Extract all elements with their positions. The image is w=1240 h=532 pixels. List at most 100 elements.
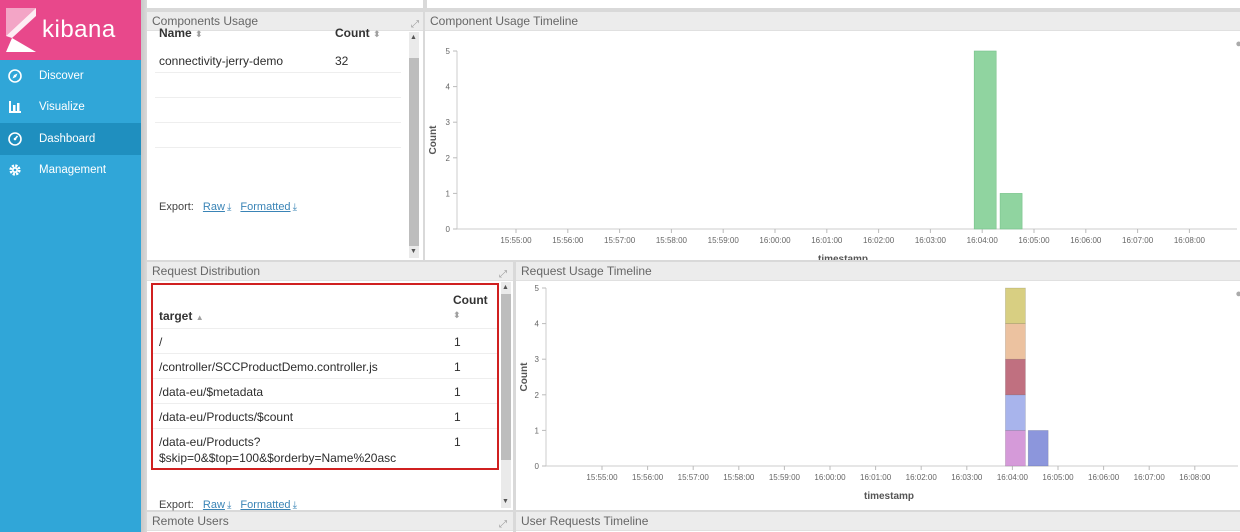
- bar-segment: [1027, 430, 1049, 467]
- col-header-target[interactable]: target ▲: [159, 309, 204, 323]
- sort-icon: ⬍: [453, 310, 461, 320]
- request-usage-chart: 0 1 2 3 4 5 15:55:00 15:56:00 15:57:00 15:58:00 15…: [519, 284, 1238, 502]
- y-tick-label: 1: [535, 426, 540, 435]
- x-tick-label: 16:01:00: [811, 236, 843, 245]
- table-row: /data-eu/Products/$count 1: [153, 404, 497, 429]
- col-header-count[interactable]: Count ⬍: [335, 26, 381, 40]
- y-tick-label: 0: [535, 462, 540, 471]
- x-tick-label: 15:59:00: [708, 236, 740, 245]
- kibana-logo[interactable]: kibana: [0, 0, 141, 60]
- row-count: 1: [454, 410, 461, 424]
- request-distribution-panel: Request Distribution ⤢ target ▲ Count ⬍ /…: [147, 262, 513, 511]
- export-raw-link[interactable]: Raw: [203, 201, 225, 213]
- nav-dashboard-label: Dashboard: [39, 132, 96, 145]
- table-header: Name ⬍ Count ⬍: [159, 26, 399, 46]
- x-tick-label: 16:00:00: [814, 473, 846, 482]
- table-row: connectivity-jerry-demo 32: [155, 48, 401, 73]
- row-target: /: [159, 335, 163, 349]
- y-tick-label: 0: [446, 225, 451, 234]
- bar-segment: [1005, 358, 1026, 396]
- y-tick-label: 4: [446, 83, 451, 92]
- nav-visualize[interactable]: Visualize: [0, 92, 141, 124]
- panel-title: Component Usage Timeline: [430, 14, 579, 28]
- expand-icon[interactable]: ⤢: [499, 515, 507, 532]
- bar-segment: [1005, 287, 1026, 324]
- x-tick-label: 16:02:00: [906, 473, 938, 482]
- user-requests-timeline-panel: User Requests Timeline: [516, 512, 1240, 532]
- compass-icon: [8, 68, 22, 83]
- export-formatted-link[interactable]: Formatted: [240, 499, 290, 511]
- y-tick-label: 5: [446, 47, 451, 56]
- y-tick-label: 4: [535, 320, 540, 329]
- row-target: /data-eu/Products?: [159, 435, 261, 449]
- export-formatted-link[interactable]: Formatted: [240, 201, 290, 213]
- x-tick-label: 16:07:00: [1122, 236, 1154, 245]
- panel-title: User Requests Timeline: [521, 514, 649, 528]
- table-row: /data-eu/$metadata 1: [153, 379, 497, 404]
- y-tick-label: 2: [446, 154, 451, 163]
- x-tick-label: 16:07:00: [1134, 473, 1166, 482]
- y-tick-label: 3: [446, 118, 451, 127]
- row-count: 1: [454, 335, 461, 349]
- row-target: /controller/SCCProductDemo.controller.js: [159, 360, 378, 374]
- table-row: / 1: [153, 329, 497, 354]
- y-tick-label: 1: [446, 189, 451, 198]
- x-tick-label: 15:56:00: [632, 473, 664, 482]
- y-tick-label: 5: [535, 284, 540, 293]
- table-row: /controller/SCCProductDemo.controller.js…: [153, 354, 497, 379]
- nav-discover-label: Discover: [39, 69, 84, 82]
- scroll-down-arrow[interactable]: ▼: [501, 498, 510, 505]
- kibana-logo-icon: [6, 8, 36, 52]
- x-tick-label: 15:56:00: [552, 236, 584, 245]
- panel-header: Request Usage Timeline: [516, 262, 1240, 281]
- x-tick-label: 16:06:00: [1070, 236, 1102, 245]
- scrollbar-thumb[interactable]: [501, 294, 511, 460]
- panel-header: Component Usage Timeline: [425, 12, 1240, 31]
- scroll-down-arrow[interactable]: ▼: [409, 248, 418, 255]
- col-header-name[interactable]: Name ⬍: [159, 26, 203, 40]
- nav-discover[interactable]: Discover: [0, 60, 141, 92]
- panel-title: Remote Users: [152, 514, 229, 528]
- col-header-count[interactable]: Count ⬍: [453, 293, 488, 321]
- request-timeline-panel: Request Usage Timeline 0 1 2 3 4 5 15:55:00 15:…: [516, 262, 1240, 510]
- panel-title: Request Distribution: [152, 264, 261, 278]
- x-tick-label: 16:04:00: [967, 236, 999, 245]
- highlight-box: target ▲ Count ⬍ / 1 /controller/SCCProdu…: [151, 283, 499, 470]
- x-tick-label: 15:55:00: [500, 236, 532, 245]
- panel-header: User Requests Timeline: [516, 512, 1240, 531]
- table-row-empty: [155, 98, 401, 123]
- bar: [999, 193, 1023, 230]
- row-count: 1: [454, 360, 461, 374]
- x-tick-label: 16:06:00: [1088, 473, 1120, 482]
- x-tick-label: 16:08:00: [1174, 236, 1206, 245]
- nav-management-label: Management: [39, 164, 107, 177]
- export-bar: Export: Raw ⤓ Formatted ⤓: [159, 499, 297, 511]
- scroll-up-arrow[interactable]: ▲: [409, 34, 418, 41]
- nav-management[interactable]: Management: [0, 155, 141, 187]
- row-count: 32: [335, 54, 349, 68]
- components-usage-panel: Components Usage ⤢ Name ⬍ Count ⬍ connec…: [147, 12, 423, 260]
- download-icon: ⤓: [292, 500, 297, 511]
- nav-dashboard[interactable]: Dashboard: [0, 123, 141, 155]
- legend-toggle-icon[interactable]: ●: [1235, 288, 1240, 300]
- component-usage-chart: 0 1 2 3 4 5 15:55:00 15:56:00 15:57:00 15:58:00 15…: [428, 47, 1237, 260]
- bar: [973, 50, 997, 230]
- top-panel-right-remnant: [427, 0, 1240, 8]
- x-axis-title: timestamp: [864, 491, 914, 502]
- x-tick-label: 15:59:00: [769, 473, 801, 482]
- x-tick-label: 15:58:00: [656, 236, 688, 245]
- sort-asc-icon: ▲: [195, 313, 204, 322]
- y-axis-title: Count: [428, 125, 439, 155]
- x-tick-label: 16:02:00: [863, 236, 895, 245]
- scrollbar-thumb[interactable]: [409, 58, 419, 246]
- export-raw-link[interactable]: Raw: [203, 499, 225, 511]
- sidebar: kibana Discover Visualize Dashboard Mana…: [0, 0, 141, 532]
- x-tick-label: 15:58:00: [723, 473, 755, 482]
- scroll-up-arrow[interactable]: ▲: [501, 284, 510, 291]
- export-label: Export:: [159, 499, 194, 511]
- legend-toggle-icon[interactable]: ●: [1235, 38, 1240, 50]
- x-tick-label: 16:01:00: [860, 473, 892, 482]
- x-tick-label: 16:08:00: [1179, 473, 1211, 482]
- download-icon: ⤓: [226, 202, 232, 213]
- panel-header: Request Distribution ⤢: [147, 262, 513, 281]
